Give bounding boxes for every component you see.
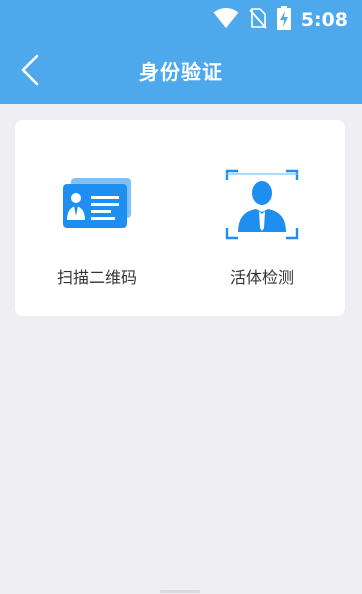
status-time: 5:08 [300, 9, 348, 31]
scan-qr-option[interactable]: 扫描二维码 [22, 176, 172, 296]
wifi-icon [213, 7, 239, 33]
no-sim-icon [249, 7, 267, 33]
app-header: 5:08 身份验证 [0, 0, 362, 104]
liveness-detection-label: 活体检测 [229, 268, 294, 287]
id-card-icon [22, 176, 172, 246]
nav-bar: 身份验证 [0, 44, 362, 100]
liveness-detection-option[interactable]: 活体检测 [187, 169, 337, 296]
back-button[interactable] [10, 50, 50, 94]
gesture-bar [160, 590, 200, 593]
face-scan-icon [187, 168, 337, 240]
scan-qr-label: 扫描二维码 [56, 268, 137, 287]
page-title: 身份验证 [139, 60, 223, 84]
status-bar: 5:08 [0, 0, 362, 40]
verification-options-card: 扫描二维码 活体检测 [15, 120, 345, 316]
battery-charging-icon [276, 6, 291, 34]
status-icons: 5:08 [213, 6, 348, 34]
chevron-left-icon [20, 54, 40, 90]
